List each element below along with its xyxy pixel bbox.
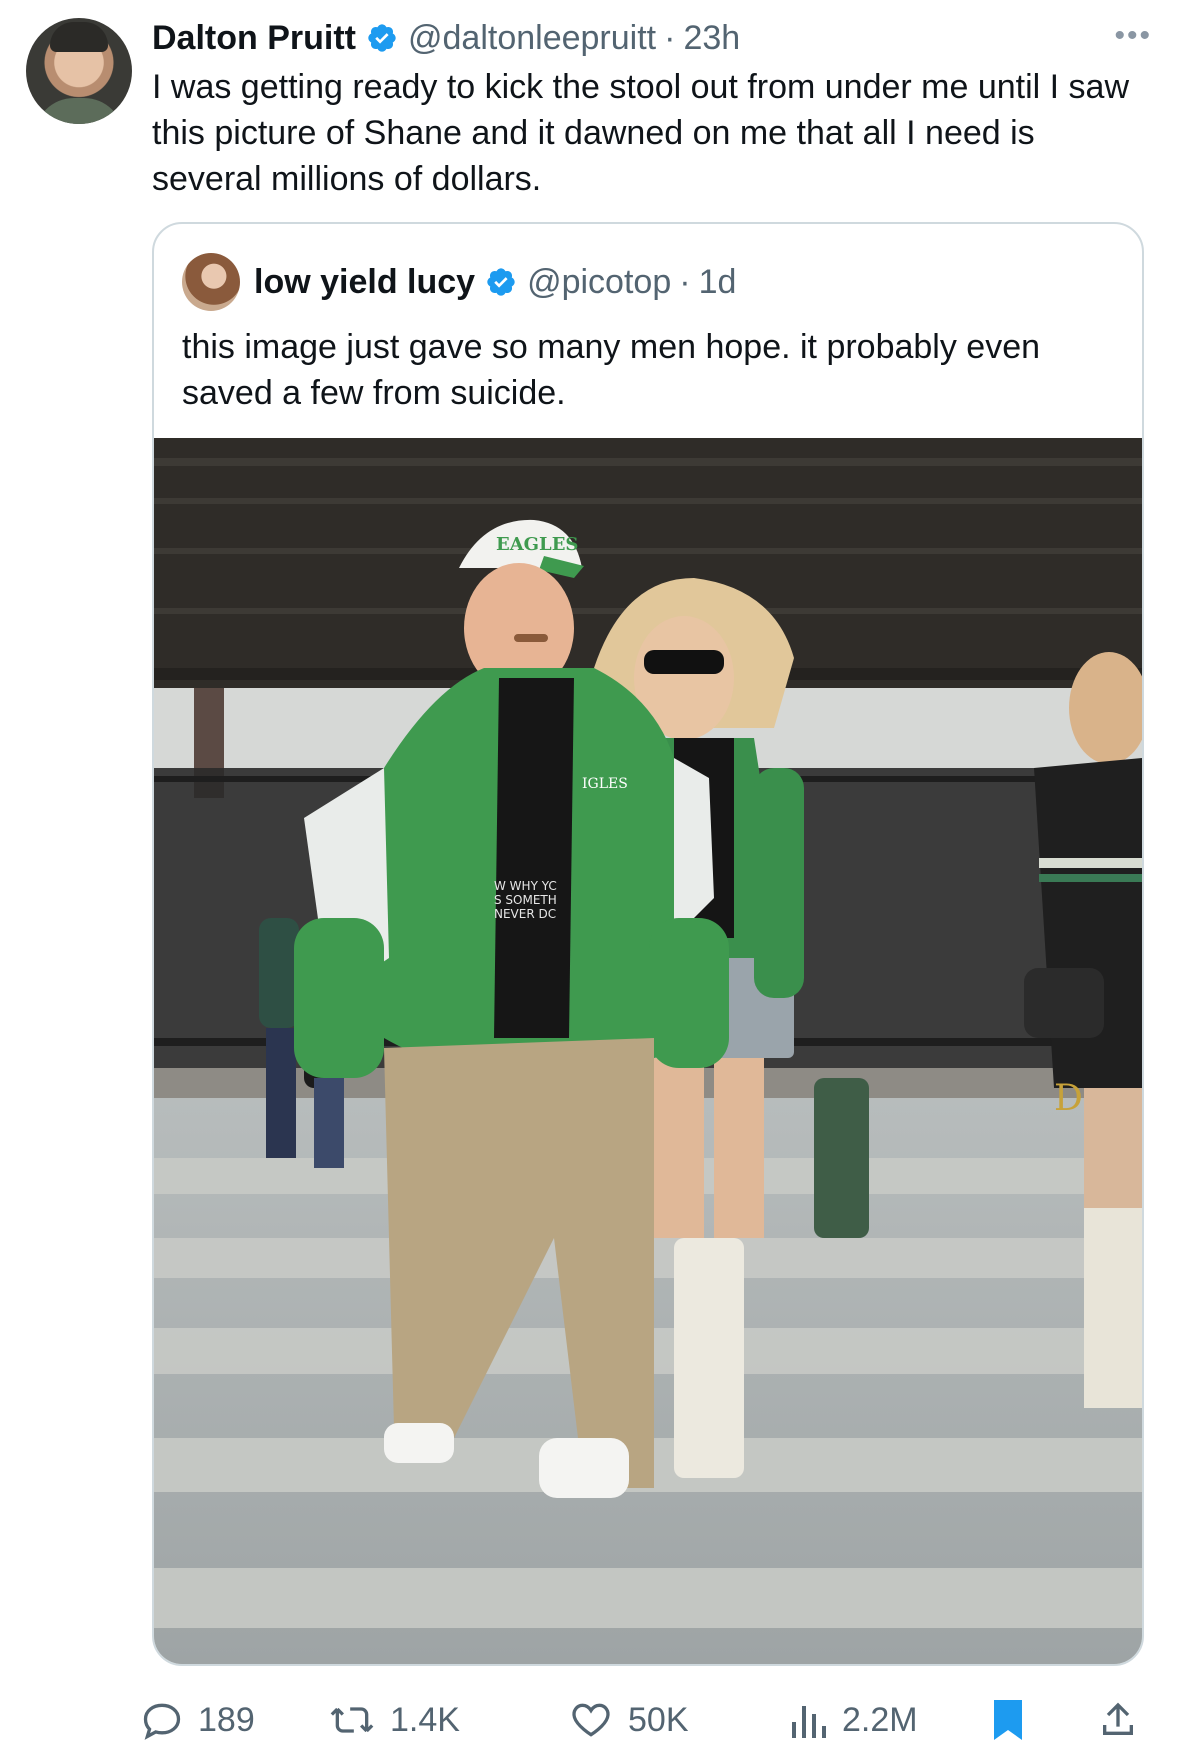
bag-logo: D <box>1054 1078 1083 1119</box>
action-bar: 189 1.4K 50K 2.2M <box>0 1690 1179 1750</box>
quoted-tweet-time: 1d <box>698 262 737 301</box>
shirt-text-3: NEVER DC <box>494 907 556 921</box>
tweet-header: Dalton Pruitt @daltonleepruitt · 23h ••• <box>152 16 1152 60</box>
handbag <box>1024 968 1104 1038</box>
shirt-text-2: S SOMETH <box>494 893 557 907</box>
verified-badge-icon <box>487 268 515 296</box>
more-dots-icon[interactable]: ••• <box>1114 21 1152 51</box>
heart-icon <box>572 1703 610 1737</box>
quoted-tweet-card[interactable]: low yield lucy @picotop · 1d this image … <box>152 222 1144 1666</box>
repost-button[interactable]: 1.4K <box>328 1690 460 1750</box>
cap-text: EAGLES <box>496 534 578 555</box>
bookmark-button[interactable] <box>990 1690 1040 1750</box>
views-button[interactable]: 2.2M <box>788 1690 918 1750</box>
repost-icon <box>330 1707 374 1733</box>
bookmark-icon <box>994 1700 1022 1740</box>
author-handle[interactable]: @daltonleepruitt <box>408 19 656 58</box>
like-count: 50K <box>628 1700 689 1739</box>
tweet-text: I was getting ready to kick the stool ou… <box>152 68 1130 198</box>
views-chart-icon <box>792 1706 826 1738</box>
separator-dot: · <box>664 18 676 57</box>
reply-count: 189 <box>198 1700 255 1739</box>
left-shoe <box>384 1423 454 1463</box>
tweet-time[interactable]: 23h <box>683 19 740 58</box>
quoted-author-avatar <box>182 253 240 311</box>
quoted-tweet-text: this image just gave so many men hope. i… <box>182 328 1041 412</box>
quoted-tweet-header: low yield lucy @picotop · 1d <box>182 252 1122 312</box>
jacket-text: IGLES <box>582 776 628 792</box>
verified-badge-icon <box>368 24 396 52</box>
avatar-hair <box>50 22 108 52</box>
right-shoe <box>539 1438 629 1498</box>
quoted-author-name: low yield lucy <box>254 262 476 301</box>
quoted-tweet-photo[interactable]: D EAGLES W WHY YC S SOMETH NEVER DC IGLE… <box>154 438 1142 1664</box>
avatar-shirt <box>34 98 124 124</box>
share-button[interactable] <box>1098 1690 1152 1750</box>
reply-button[interactable]: 189 <box>140 1690 255 1750</box>
quoted-author-handle: @picotop <box>527 262 672 301</box>
author-avatar[interactable] <box>26 18 132 124</box>
separator-dot: · <box>679 262 691 301</box>
views-count: 2.2M <box>842 1700 918 1739</box>
share-icon <box>1103 1702 1133 1735</box>
author-name[interactable]: Dalton Pruitt <box>152 19 356 58</box>
repost-count: 1.4K <box>390 1700 460 1739</box>
shirt-text-1: W WHY YC <box>494 879 557 893</box>
like-button[interactable]: 50K <box>568 1690 689 1750</box>
reply-icon <box>143 1703 181 1740</box>
